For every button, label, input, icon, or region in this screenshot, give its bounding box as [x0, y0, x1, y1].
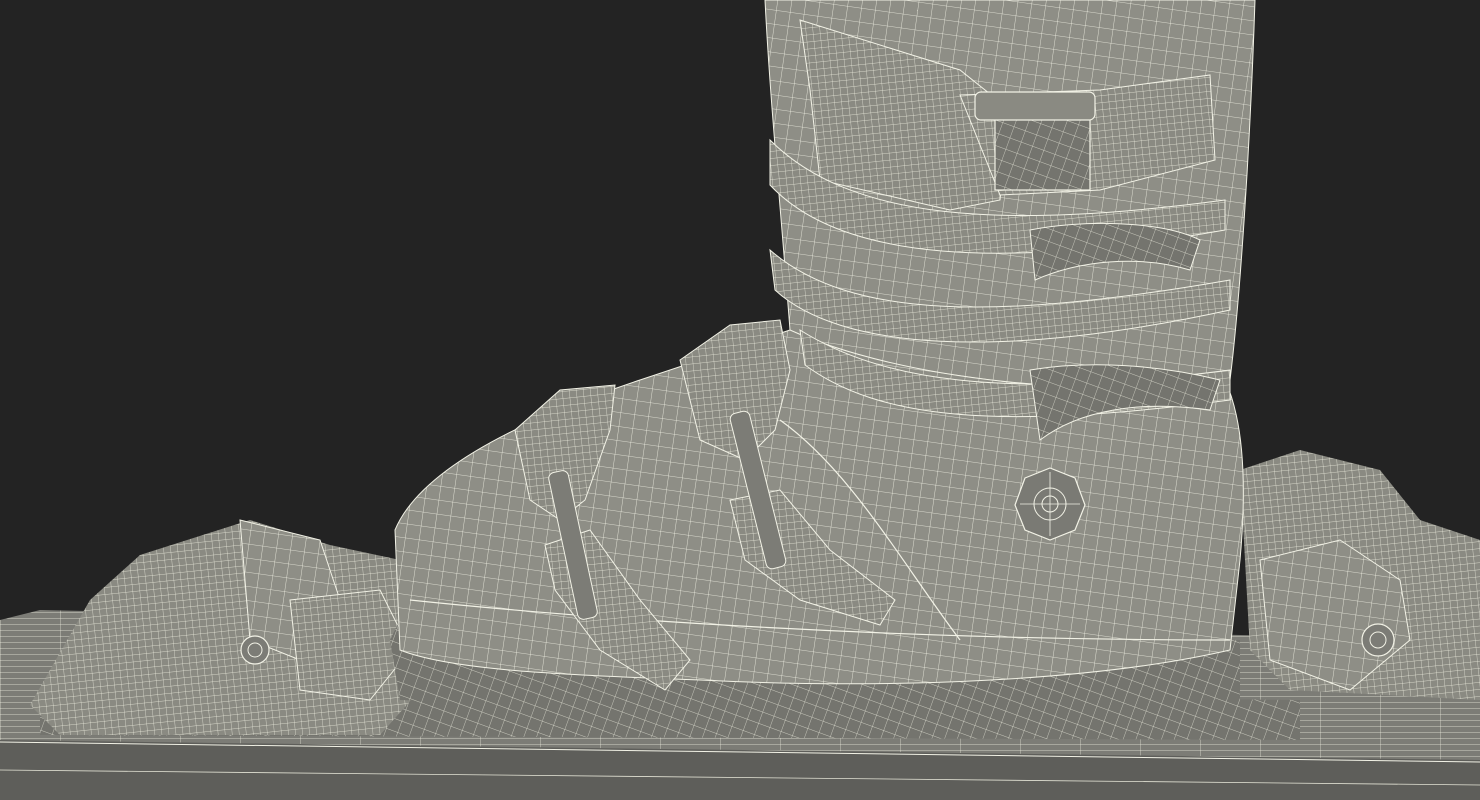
shell-rivet — [1014, 467, 1086, 541]
render-viewport — [0, 0, 1480, 800]
toe-binding — [30, 519, 420, 735]
heel-binding — [1240, 450, 1480, 700]
ski-boot-wireframe-render — [0, 0, 1480, 800]
